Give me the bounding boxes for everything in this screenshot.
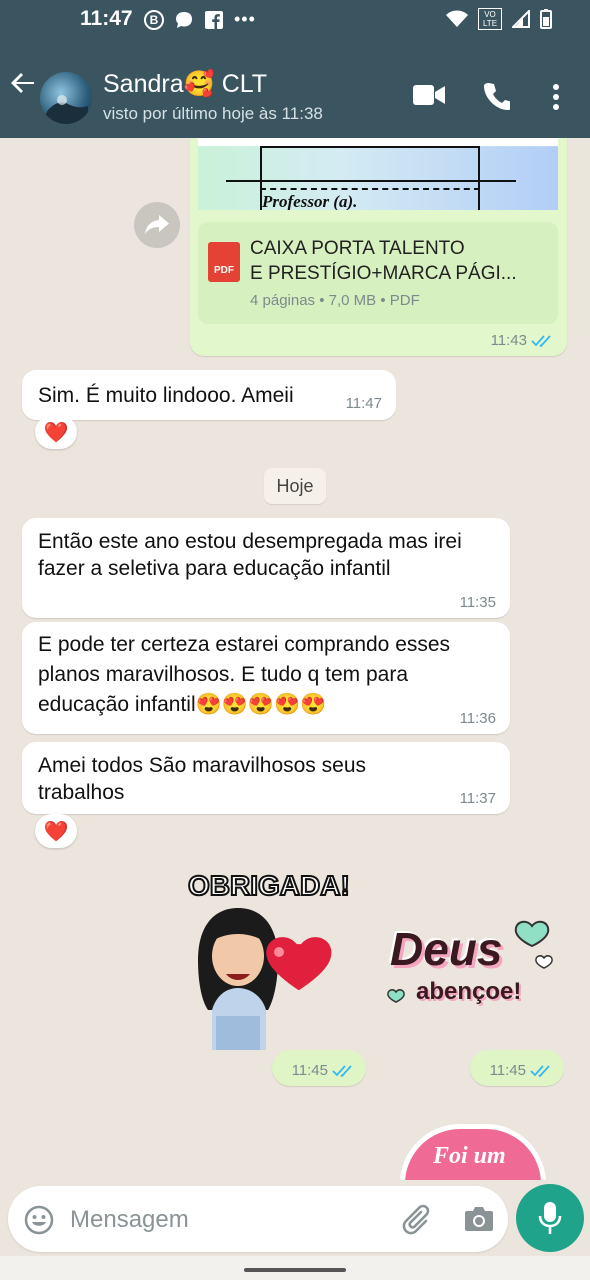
battery-icon (540, 9, 552, 29)
sticker-time-chip: 11:45 (272, 1050, 366, 1086)
heart-reaction[interactable]: ❤️ (35, 415, 77, 449)
microphone-icon (538, 1202, 562, 1234)
sticker-caption: OBRIGADA! (187, 869, 351, 902)
document-preview: Professor (a). (198, 138, 558, 210)
last-seen-status: visto por último hoje às 11:38 (103, 104, 323, 123)
volte-icon: VO LTE (478, 8, 502, 30)
wifi-icon (446, 10, 468, 27)
sticker-obrigada[interactable]: OBRIGADA! (186, 869, 370, 1050)
sticker-deus-abencoe[interactable]: Deus abençoe! (384, 906, 566, 1016)
emoji-icon[interactable] (24, 1205, 54, 1240)
video-call-icon[interactable] (413, 84, 445, 111)
message-text: Amei todos São maravilhosos seus trabalh… (38, 754, 366, 804)
document-title-line2: E PRESTÍGIO+MARCA PÁGI... (250, 263, 517, 284)
sticker-foi-um-prazer[interactable]: Foi um prazer (400, 1124, 546, 1180)
message-placeholder: Mensagem (70, 1206, 189, 1233)
document-time: 11:43 (490, 332, 527, 349)
document-meta: 4 páginas • 7,0 MB • PDF (250, 292, 420, 309)
message-time: 11:43 (491, 332, 553, 349)
message-text: Sim. É muito lindooo. Ameii (38, 384, 294, 407)
system-icons: VO LTE (446, 8, 552, 30)
document-message[interactable]: Professor (a). PDF CAIXA PORTA TALENTO E… (190, 138, 567, 356)
sticker-line1: Foi um (433, 1143, 506, 1169)
sticker-line2: abençoe! (416, 978, 522, 1005)
document-card[interactable]: PDF CAIXA PORTA TALENTO E PRESTÍGIO+MARC… (198, 222, 558, 324)
document-title-line1: CAIXA PORTA TALENTO (250, 238, 465, 259)
voice-call-icon[interactable] (484, 82, 512, 115)
woman-with-heart-icon (198, 908, 332, 1050)
sticker-line1: Deus (390, 923, 503, 975)
camera-icon[interactable] (464, 1206, 494, 1237)
forward-button[interactable] (134, 202, 180, 248)
read-ticks-icon (531, 334, 551, 347)
more-notifications-icon: ••• (234, 9, 256, 29)
sticker-time: 11:45 (291, 1062, 328, 1079)
incoming-message[interactable]: Sim. É muito lindooo. Ameii 11:47 (22, 370, 396, 420)
status-time: 11:47 (80, 7, 133, 30)
incoming-message[interactable]: E pode ter certeza estarei comprando ess… (22, 622, 510, 734)
chat-bubble-icon (176, 11, 192, 28)
system-nav-bar (0, 1256, 590, 1280)
message-time: 11:35 (459, 594, 496, 611)
incoming-message[interactable]: Amei todos São maravilhosos seus trabalh… (22, 742, 510, 814)
attach-icon[interactable] (400, 1203, 432, 1240)
message-time: 11:37 (459, 790, 496, 807)
back-arrow-icon[interactable] (10, 70, 36, 102)
chat-header: Sandra🥰 CLT visto por último hoje às 11:… (0, 40, 590, 138)
contact-avatar[interactable] (40, 72, 92, 124)
home-gesture-handle[interactable] (244, 1268, 346, 1272)
sticker-time: 11:45 (489, 1062, 526, 1079)
forward-icon (145, 215, 169, 234)
read-ticks-icon (530, 1064, 550, 1077)
document-title: CAIXA PORTA TALENTO E PRESTÍGIO+MARCA PÁ… (250, 236, 540, 286)
pdf-file-icon: PDF (208, 242, 240, 282)
sticker-time-chip: 11:45 (470, 1050, 564, 1086)
voice-record-button[interactable] (516, 1184, 584, 1252)
message-text: E pode ter certeza estarei comprando ess… (38, 633, 451, 716)
read-ticks-icon (332, 1064, 352, 1077)
message-input[interactable]: Mensagem (8, 1186, 508, 1252)
document-preview-label: Professor (a). (262, 192, 358, 210)
message-text: Então este ano estou desempregada mas ir… (38, 530, 462, 580)
sticker-line2: prazer (447, 1171, 504, 1180)
message-time: 11:36 (459, 710, 496, 727)
date-separator: Hoje (264, 468, 326, 504)
message-time: 11:47 (345, 395, 382, 412)
notification-icons: B ••• (144, 9, 256, 30)
more-options-icon[interactable] (552, 84, 560, 115)
status-bar: 11:47 B ••• VO LTE (0, 0, 590, 40)
facebook-icon (205, 10, 223, 29)
signal-icon (512, 10, 530, 28)
heart-reaction[interactable]: ❤️ (35, 814, 77, 848)
chat-area: Professor (a). PDF CAIXA PORTA TALENTO E… (0, 138, 590, 1180)
b-badge-icon: B (144, 9, 164, 30)
incoming-message[interactable]: Então este ano estou desempregada mas ir… (22, 518, 510, 618)
contact-name[interactable]: Sandra🥰 CLT (103, 70, 267, 99)
